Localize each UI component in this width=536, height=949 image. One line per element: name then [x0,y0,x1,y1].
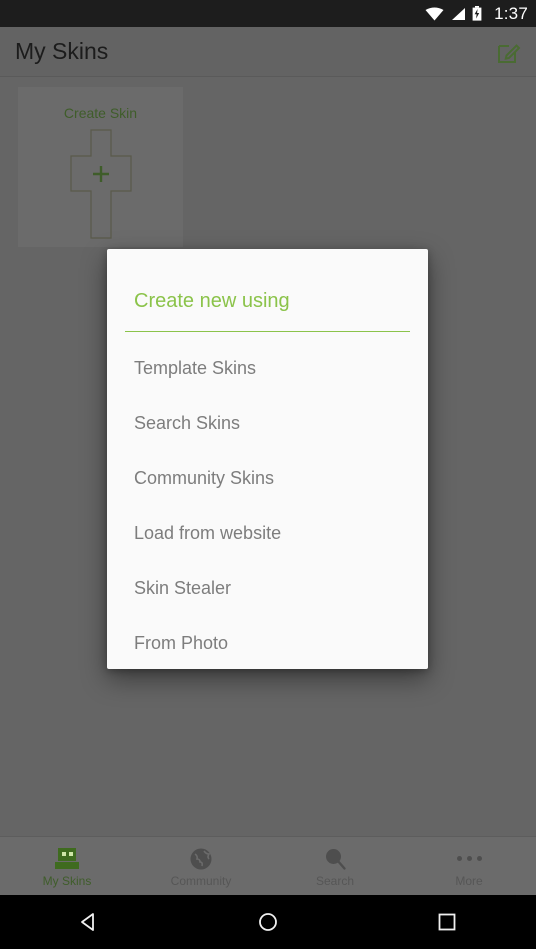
back-triangle-icon[interactable] [59,895,119,949]
dialog-item-load-from-website[interactable]: Load from website [107,506,428,561]
dialog-title: Create new using [134,290,290,312]
dialog-item-community-skins[interactable]: Community Skins [107,451,428,506]
nav-tab-my-skins[interactable]: My Skins [0,837,134,895]
globe-icon [189,846,213,872]
create-skin-card[interactable]: Create Skin [18,87,183,247]
cell-signal-icon [450,7,466,21]
dialog-item-template-skins[interactable]: Template Skins [107,341,428,396]
page-title: My Skins [15,38,109,64]
create-new-using-dialog: Create new using Template Skins Search S… [107,249,428,669]
compose-edit-icon[interactable] [496,39,522,65]
skin-template-plus-icon [69,129,132,239]
status-bar-icons: 1:37 [425,5,528,22]
bottom-navigation-bar: My Skins Community Search More [0,836,536,895]
dialog-option-list: Template Skins Search Skins Community Sk… [107,332,428,669]
phone-screen: 1:37 My Skins Create Skin My Skins Commu… [0,0,536,949]
dialog-item-skin-stealer[interactable]: Skin Stealer [107,561,428,616]
nav-tab-search[interactable]: Search [268,837,402,895]
android-navigation-bar [0,895,536,949]
status-bar: 1:37 [0,0,536,27]
app-bar: My Skins [0,27,536,77]
overflow-dots-icon [456,846,482,872]
nav-tab-label: Search [315,873,355,888]
create-skin-label: Create Skin [63,105,138,121]
recents-square-icon[interactable] [417,895,477,949]
status-bar-clock: 1:37 [494,4,528,23]
nav-tab-community[interactable]: Community [134,837,268,895]
minecraft-head-icon [55,846,79,872]
home-circle-icon[interactable] [238,895,298,949]
dialog-item-from-photo[interactable]: From Photo [107,616,428,669]
nav-tab-more[interactable]: More [402,837,536,895]
nav-tab-label: My Skins [42,873,92,888]
dialog-item-search-skins[interactable]: Search Skins [107,396,428,451]
nav-tab-label: Community [170,873,232,888]
battery-charging-icon [472,6,482,21]
wifi-icon [425,7,444,21]
magnifier-icon [323,846,347,872]
nav-tab-label: More [455,873,483,888]
